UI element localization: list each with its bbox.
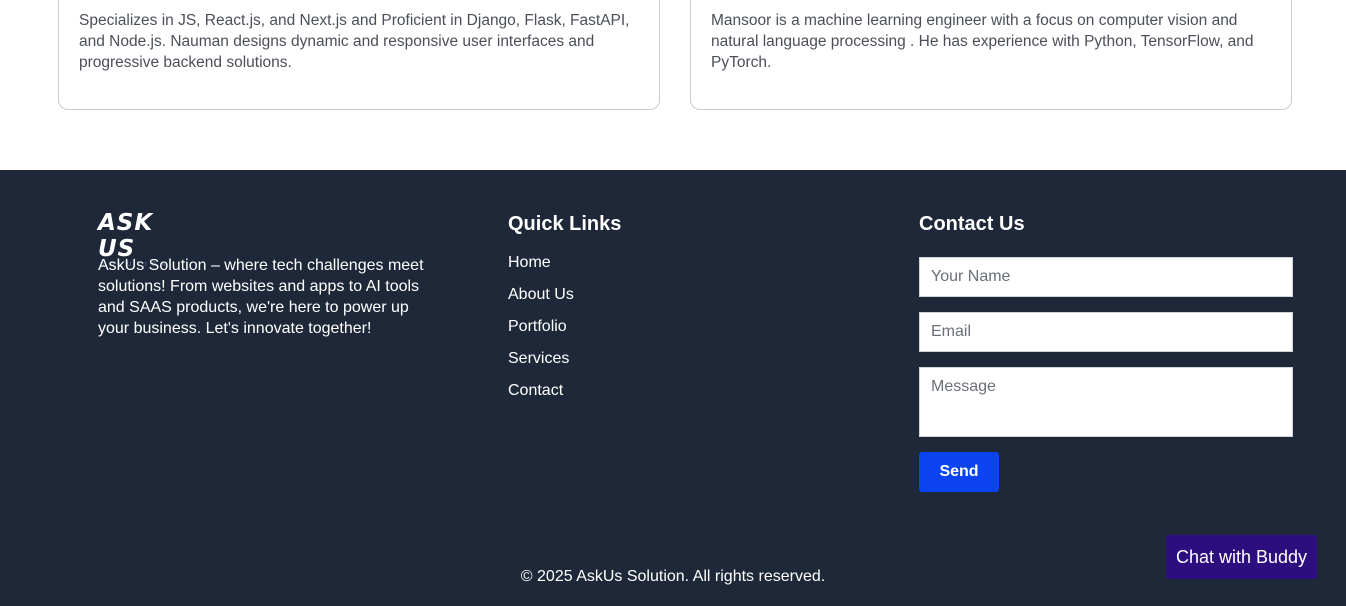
- site-footer: ASK US SOLUTION AskUs Solution – where t…: [0, 170, 1346, 606]
- copyright-text: © 2025 AskUs Solution. All rights reserv…: [520, 568, 826, 585]
- footer-logo[interactable]: ASK US SOLUTION: [98, 210, 198, 268]
- quick-link-portfolio[interactable]: Portfolio: [508, 317, 574, 349]
- email-input[interactable]: [919, 312, 1293, 352]
- quick-links-list: Home About Us Portfolio Services Contact: [508, 253, 574, 413]
- name-input[interactable]: [919, 257, 1293, 297]
- team-card-nauman: Specializes in JS, React.js, and Next.js…: [58, 0, 660, 110]
- team-card-description: Mansoor is a machine learning engineer w…: [711, 12, 1254, 71]
- quick-links-title: Quick Links: [508, 213, 622, 235]
- quick-link-contact[interactable]: Contact: [508, 381, 574, 413]
- quick-link-about-us[interactable]: About Us: [508, 285, 574, 317]
- send-button[interactable]: Send: [919, 452, 999, 492]
- message-textarea[interactable]: [919, 367, 1293, 437]
- quick-link-services[interactable]: Services: [508, 349, 574, 381]
- team-card-mansoor: Mansoor is a machine learning engineer w…: [690, 0, 1292, 110]
- team-section: Specializes in JS, React.js, and Next.js…: [0, 0, 1346, 170]
- quick-link-home[interactable]: Home: [508, 253, 574, 285]
- team-card-description: Specializes in JS, React.js, and Next.js…: [79, 12, 630, 71]
- footer-about-text: AskUs Solution – where tech challenges m…: [98, 257, 424, 337]
- contact-us-title: Contact Us: [919, 213, 1025, 235]
- chat-with-buddy-button[interactable]: Chat with Buddy: [1166, 535, 1317, 579]
